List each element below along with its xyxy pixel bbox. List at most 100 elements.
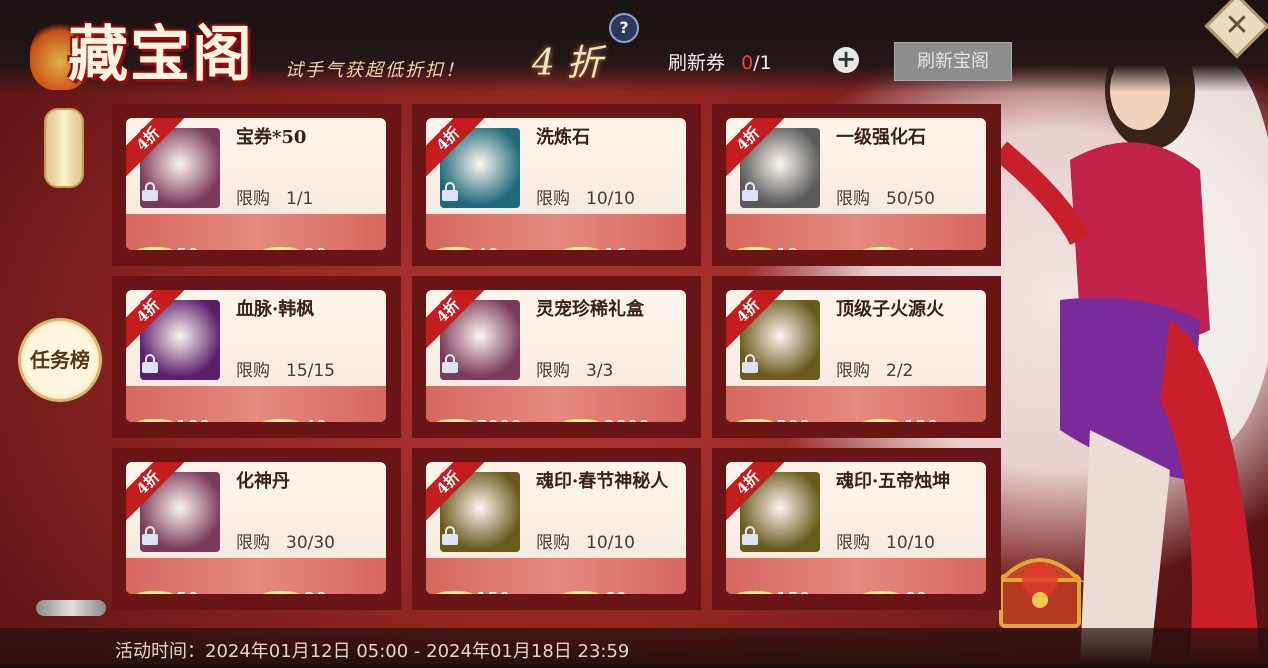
discount-price-value: 40 — [304, 417, 327, 422]
shop-item[interactable]: 4折 灵宠珍稀礼盒 限购 3/3 7000 2800 — [412, 276, 701, 438]
treasure-chest-icon[interactable] — [995, 540, 1085, 632]
lock-icon — [442, 526, 460, 546]
lock-icon — [142, 354, 160, 374]
gold-ingot-icon — [262, 419, 300, 422]
shop-item-card[interactable]: 4折 灵宠珍稀礼盒 限购 3/3 7000 2800 — [426, 290, 686, 422]
shop-item-card[interactable]: 4折 化神丹 限购 30/30 50 20 — [126, 462, 386, 594]
activity-time: 活动时间：2024年01月12日 05:00 - 2024年01月18日 23:… — [115, 641, 630, 662]
discount-badge-text: 4折 — [426, 290, 484, 348]
gold-ingot-icon — [562, 419, 600, 422]
discount-label: 4 折 — [532, 43, 603, 84]
shop-item[interactable]: 4折 魂印·春节神秘人 限购 10/10 150 60 — [412, 448, 701, 610]
task-list-button[interactable]: 任务榜 — [18, 318, 102, 402]
page-title: 藏宝阁 — [30, 2, 290, 98]
discount-badge-text: 4折 — [426, 118, 484, 176]
original-price-value: 300 — [776, 417, 810, 422]
scroll-handle[interactable] — [36, 600, 106, 616]
purchase-limit: 限购 2/2 — [836, 356, 913, 381]
limit-value: 10/10 — [586, 533, 635, 553]
gold-ingot-icon — [436, 247, 474, 250]
discount-badge-text: 4折 — [126, 290, 184, 348]
discount-badge: 4折 — [426, 290, 484, 348]
limit-label: 限购 — [236, 533, 270, 553]
shop-item[interactable]: 4折 宝券*50 限购 1/1 50 20 — [112, 104, 401, 266]
original-price-value: 50 — [176, 245, 199, 250]
discount-price-value: 16 — [604, 245, 627, 250]
purchase-limit: 限购 15/15 — [236, 356, 335, 381]
shop-item-card[interactable]: 4折 宝券*50 限购 1/1 50 20 — [126, 118, 386, 250]
limit-value: 30/30 — [286, 533, 335, 553]
shop-item[interactable]: 4折 顶级子火源火 限购 2/2 300 120 — [712, 276, 1001, 438]
ticket-label: 刷新券 — [668, 52, 726, 74]
gold-ingot-icon — [436, 591, 474, 594]
original-price-value: 150 — [476, 589, 510, 594]
discount-price-value: 60 — [604, 589, 627, 594]
discount-badge: 4折 — [726, 462, 784, 520]
original-price-value: 150 — [776, 589, 810, 594]
shop-item-card[interactable]: 4折 洗炼石 限购 10/10 40 16 — [426, 118, 686, 250]
item-name: 一级强化石 — [836, 127, 926, 148]
item-name: 血脉·韩枫 — [236, 299, 315, 320]
price-bar: 40 16 — [426, 214, 686, 250]
shop-item-card[interactable]: 4折 血脉·韩枫 限购 15/15 100 40 — [126, 290, 386, 422]
shop-item-card[interactable]: 4折 魂印·五帝烛坤 限购 10/10 150 60 — [726, 462, 986, 594]
price-bar: 100 40 — [126, 386, 386, 422]
limit-label: 限购 — [236, 189, 270, 209]
gold-ingot-icon — [436, 419, 474, 422]
limit-label: 限购 — [536, 533, 570, 553]
shop-grid: 4折 宝券*50 限购 1/1 50 20 — [112, 104, 1002, 612]
close-icon: ✕ — [1224, 7, 1250, 43]
discount-badge: 4折 — [726, 290, 784, 348]
original-price-value: 12 — [776, 245, 799, 250]
shop-item-card[interactable]: 4折 一级强化石 限购 50/50 12 4 — [726, 118, 986, 250]
price-bar: 50 20 — [126, 558, 386, 594]
item-name: 宝券*50 — [236, 127, 307, 148]
item-name: 洗炼石 — [536, 127, 590, 148]
discount-badge-text: 4折 — [126, 118, 184, 176]
limit-value: 50/50 — [886, 189, 935, 209]
discount-price-value: 120 — [904, 417, 938, 422]
gold-ingot-icon — [562, 591, 600, 594]
original-price-value: 40 — [476, 245, 499, 250]
lock-icon — [742, 182, 760, 202]
help-icon[interactable]: ? — [609, 13, 639, 43]
limit-value: 1/1 — [286, 189, 314, 209]
discount-price-value: 2800 — [604, 417, 650, 422]
shop-item-card[interactable]: 4折 顶级子火源火 限购 2/2 300 120 — [726, 290, 986, 422]
limit-value: 3/3 — [586, 361, 614, 381]
shop-item[interactable]: 4折 魂印·五帝烛坤 限购 10/10 150 60 — [712, 448, 1001, 610]
lock-icon — [142, 182, 160, 202]
shop-item[interactable]: 4折 一级强化石 限购 50/50 12 4 — [712, 104, 1001, 266]
discount-badge: 4折 — [126, 118, 184, 176]
purchase-limit: 限购 10/10 — [536, 528, 635, 553]
add-ticket-button[interactable]: + — [833, 47, 859, 73]
shop-item-card[interactable]: 4折 魂印·春节神秘人 限购 10/10 150 60 — [426, 462, 686, 594]
slogan-text: 试手气获超低折扣！ — [285, 60, 465, 81]
shop-item[interactable]: 4折 化神丹 限购 30/30 50 20 — [112, 448, 401, 610]
gold-ingot-icon — [262, 591, 300, 594]
discount-badge-text: 4折 — [126, 462, 184, 520]
discount-badge: 4折 — [126, 462, 184, 520]
price-bar: 300 120 — [726, 386, 986, 422]
limit-label: 限购 — [836, 361, 870, 381]
lantern-icon — [44, 108, 84, 188]
limit-label: 限购 — [536, 361, 570, 381]
gold-ingot-icon — [736, 591, 774, 594]
gold-ingot-icon — [736, 419, 774, 422]
gold-ingot-icon — [862, 591, 900, 594]
lock-icon — [742, 354, 760, 374]
discount-badge: 4折 — [426, 118, 484, 176]
shop-item[interactable]: 4折 血脉·韩枫 限购 15/15 100 40 — [112, 276, 401, 438]
price-bar: 12 4 — [726, 214, 986, 250]
discount-badge: 4折 — [726, 118, 784, 176]
ticket-total: /1 — [753, 52, 772, 74]
purchase-limit: 限购 30/30 — [236, 528, 335, 553]
lock-icon — [442, 354, 460, 374]
limit-value: 2/2 — [886, 361, 914, 381]
refresh-shop-button[interactable]: 刷新宝阁 — [894, 42, 1012, 81]
purchase-limit: 限购 10/10 — [836, 528, 935, 553]
gold-ingot-icon — [136, 419, 174, 422]
discount-badge-text: 4折 — [426, 462, 484, 520]
limit-label: 限购 — [236, 361, 270, 381]
shop-item[interactable]: 4折 洗炼石 限购 10/10 40 16 — [412, 104, 701, 266]
